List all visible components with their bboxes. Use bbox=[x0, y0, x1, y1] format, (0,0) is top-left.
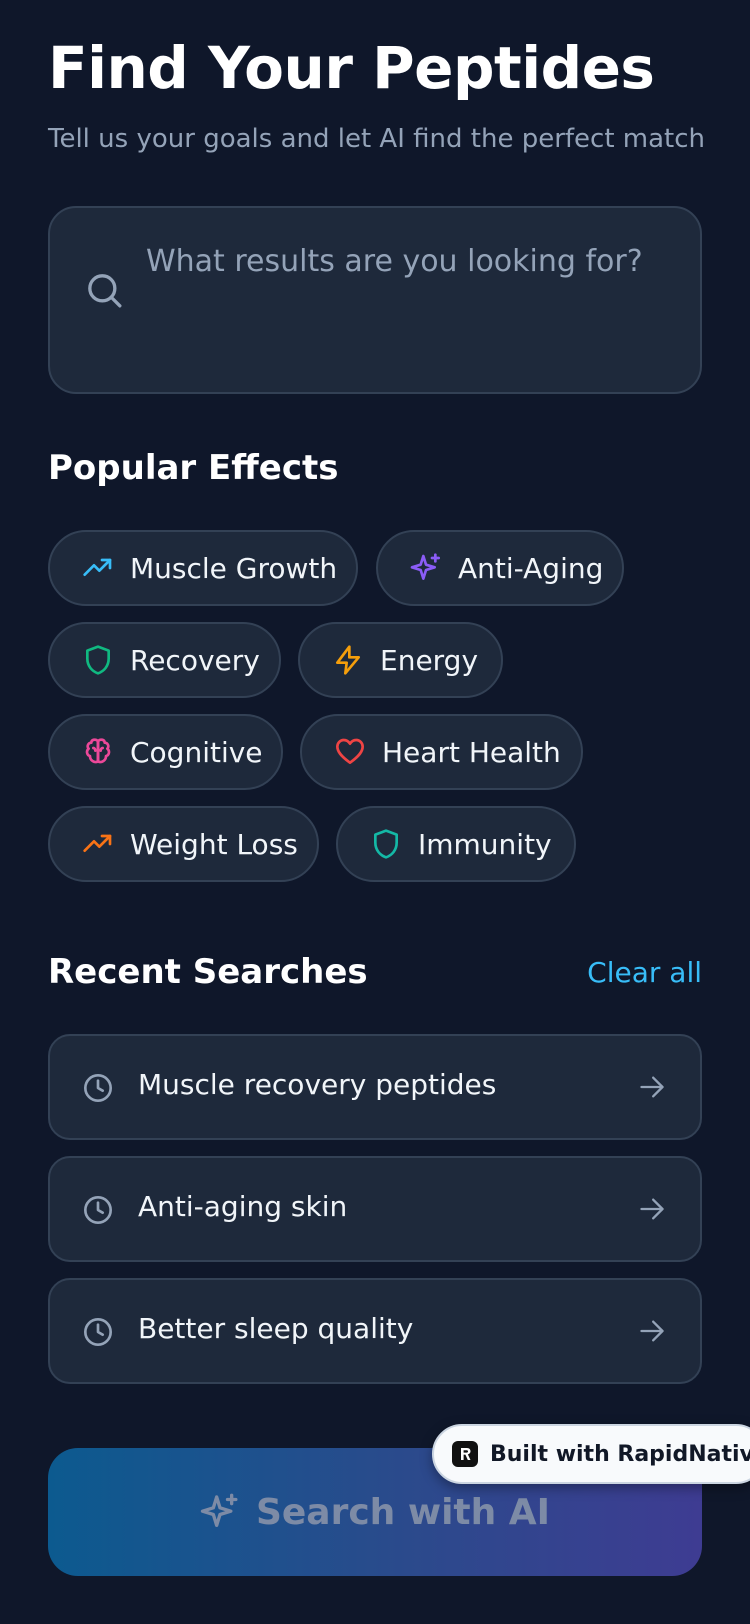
rapidnative-logo bbox=[452, 1441, 478, 1467]
recent-search-text: Anti-aging skin bbox=[138, 1190, 348, 1223]
search-placeholder: What results are you looking for? bbox=[146, 244, 643, 279]
clock-icon bbox=[84, 1196, 112, 1224]
effect-chip-cognitive[interactable]: Cognitive bbox=[48, 714, 283, 790]
badge-text: Built with RapidNative bbox=[490, 1441, 750, 1467]
recent-search-text: Muscle recovery peptides bbox=[138, 1068, 497, 1101]
effect-chip-muscle-growth[interactable]: Muscle Growth bbox=[48, 530, 358, 606]
trending-up-icon bbox=[83, 558, 112, 576]
effect-chip-energy[interactable]: Energy bbox=[298, 622, 503, 698]
recent-search-item[interactable]: Muscle recovery peptides bbox=[48, 1034, 702, 1140]
recent-search-item[interactable]: Anti-aging skin bbox=[48, 1156, 702, 1262]
arrow-right-icon bbox=[640, 1076, 664, 1098]
sparkles-icon bbox=[410, 553, 440, 580]
heart-icon bbox=[336, 738, 364, 764]
chip-label: Anti-Aging bbox=[458, 551, 604, 585]
recent-search-text: Better sleep quality bbox=[138, 1312, 414, 1345]
arrow-right-icon bbox=[640, 1320, 664, 1342]
effect-chip-heart-health[interactable]: Heart Health bbox=[300, 714, 583, 790]
clock-icon bbox=[84, 1318, 112, 1346]
sparkles-icon bbox=[200, 1493, 238, 1527]
chip-label: Energy bbox=[380, 643, 479, 677]
chip-label: Weight Loss bbox=[130, 827, 298, 861]
chip-label: Heart Health bbox=[382, 735, 561, 769]
recent-searches-title: Recent Searches bbox=[48, 952, 368, 992]
chip-label: Recovery bbox=[130, 643, 260, 677]
popular-effects-title: Popular Effects bbox=[48, 448, 339, 488]
trending-up-icon bbox=[83, 834, 112, 852]
page-subtitle: Tell us your goals and let AI find the p… bbox=[48, 124, 706, 154]
arrow-right-icon bbox=[640, 1198, 664, 1220]
brain-icon bbox=[85, 738, 111, 764]
chip-label: Cognitive bbox=[130, 735, 263, 769]
effect-chip-anti-aging[interactable]: Anti-Aging bbox=[376, 530, 624, 606]
search-input[interactable]: What results are you looking for? bbox=[48, 206, 702, 394]
recent-search-item[interactable]: Better sleep quality bbox=[48, 1278, 702, 1384]
built-with-rapidnative-badge[interactable]: Built with RapidNative bbox=[432, 1424, 750, 1484]
page-title: Find Your Peptides bbox=[48, 34, 655, 102]
lightning-icon bbox=[336, 645, 360, 675]
clear-all-button[interactable]: Clear all bbox=[587, 956, 702, 989]
effect-chip-recovery[interactable]: Recovery bbox=[48, 622, 281, 698]
clock-icon bbox=[84, 1074, 112, 1102]
chip-label: Muscle Growth bbox=[130, 551, 338, 585]
shield-icon bbox=[86, 645, 110, 675]
effect-chip-weight-loss[interactable]: Weight Loss bbox=[48, 806, 319, 882]
chip-label: Immunity bbox=[418, 827, 552, 861]
search-with-ai-label: Search with AI bbox=[255, 1491, 551, 1533]
effect-chip-immunity[interactable]: Immunity bbox=[336, 806, 576, 882]
search-icon bbox=[88, 274, 122, 308]
shield-icon bbox=[374, 829, 398, 859]
